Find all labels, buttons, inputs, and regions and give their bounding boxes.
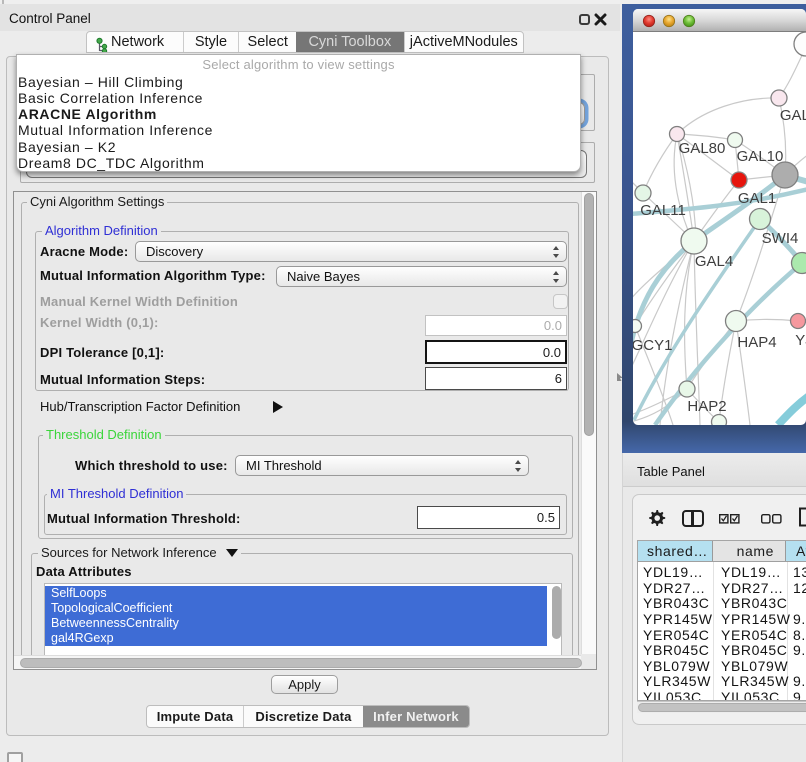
svg-text:GAL10: GAL10 (737, 148, 784, 165)
svg-text:HAP2: HAP2 (687, 398, 726, 415)
svg-text:GAL4: GAL4 (695, 253, 733, 270)
svg-text:GAL80: GAL80 (679, 140, 726, 157)
svg-text:GAL1: GAL1 (738, 190, 776, 207)
svg-text:HAP4: HAP4 (737, 334, 776, 351)
svg-text:SWI4: SWI4 (762, 230, 799, 247)
svg-text:GCY1: GCY1 (633, 337, 672, 354)
svg-text:GAL5: GAL5 (780, 107, 806, 124)
svg-text:YJ: YJ (795, 332, 806, 349)
svg-text:GAL11: GAL11 (640, 202, 686, 219)
